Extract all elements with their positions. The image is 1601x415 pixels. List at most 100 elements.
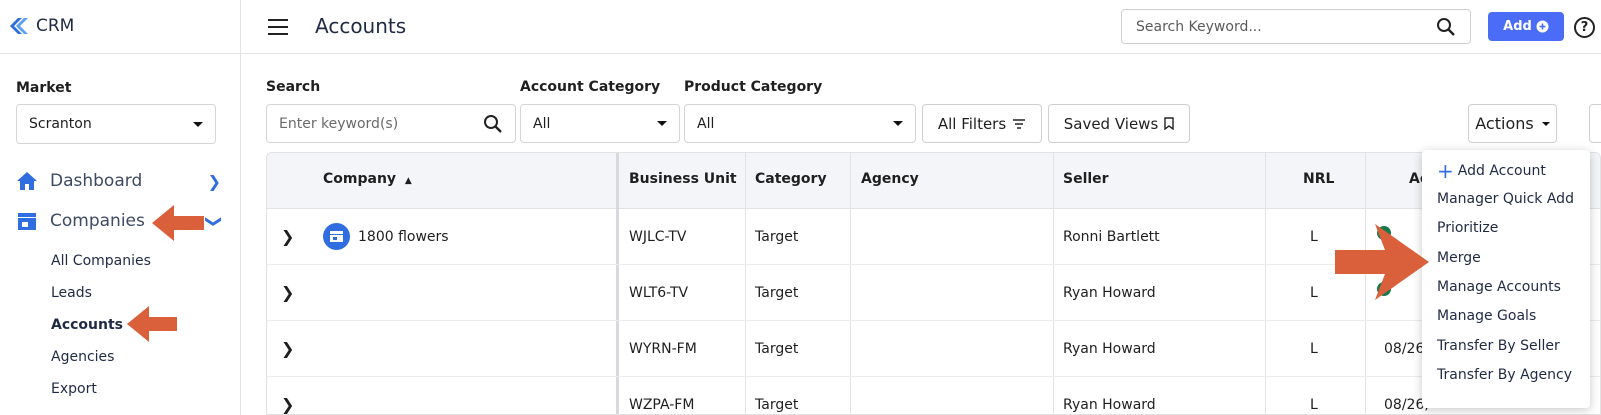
cell-category: Target — [755, 397, 799, 413]
market-label: Market — [16, 80, 72, 96]
menu-item-manager-quick-add[interactable]: Manager Quick Add — [1437, 191, 1574, 207]
help-icon[interactable]: ? — [1574, 17, 1595, 38]
plus-icon: + — [1437, 159, 1454, 183]
hamburger-bar — [268, 33, 288, 35]
column-header-nrl[interactable]: NRL — [1303, 171, 1334, 187]
sub-item-leads[interactable]: Leads — [51, 285, 92, 301]
product-category-label: Product Category — [684, 79, 823, 95]
header-divider — [241, 53, 1601, 54]
cell-category: Target — [755, 229, 799, 245]
table-header: Company ▲ Business Unit Category Agency … — [267, 153, 1600, 209]
all-filters-label: All Filters — [937, 114, 1007, 133]
saved-views-button[interactable]: Saved Views — [1048, 104, 1190, 143]
sub-item-agencies[interactable]: Agencies — [51, 349, 114, 365]
chevron-down-icon — [893, 121, 903, 126]
nav-label-dashboard: Dashboard — [50, 171, 143, 191]
more-options-button[interactable] — [1589, 104, 1601, 143]
expand-row-icon[interactable]: ❯ — [281, 283, 294, 302]
sub-item-accounts[interactable]: Accounts — [51, 317, 123, 333]
sub-item-all-companies[interactable]: All Companies — [51, 253, 151, 269]
sidebar: CRM Market Scranton Dashboard ❯ Companie… — [0, 0, 241, 415]
nav-label-companies: Companies — [50, 211, 145, 231]
app-logo[interactable]: CRM — [8, 16, 74, 36]
sub-item-export[interactable]: Export — [51, 381, 97, 397]
all-filters-button[interactable]: All Filters — [922, 104, 1042, 143]
bookmark-icon — [1164, 117, 1174, 130]
account-category-select[interactable]: All — [520, 104, 680, 143]
cell-business-unit: WLT6-TV — [629, 285, 689, 301]
expand-row-icon[interactable]: ❯ — [281, 227, 294, 246]
cell-business-unit: WYRN-FM — [629, 341, 697, 357]
cell-nrl: L — [1310, 341, 1318, 357]
column-header-company[interactable]: Company ▲ — [323, 171, 412, 187]
product-category-select[interactable]: All — [684, 104, 916, 143]
expand-row-icon[interactable]: ❯ — [281, 395, 294, 414]
table-row[interactable]: ❯ WYRN-FM Target Ryan Howard L 08/26 — [267, 321, 1600, 377]
company-avatar — [323, 223, 350, 250]
app-name: CRM — [36, 16, 75, 36]
cell-company[interactable]: 1800 flowers — [358, 229, 449, 245]
column-header-business-unit[interactable]: Business Unit — [629, 171, 737, 187]
column-header-category[interactable]: Category — [755, 171, 827, 187]
market-select[interactable]: Scranton — [16, 104, 216, 144]
sidebar-divider — [0, 53, 241, 54]
actions-button[interactable]: Actions — [1468, 104, 1557, 143]
expand-row-icon[interactable]: ❯ — [281, 339, 294, 358]
menu-item-label: Add Account — [1457, 163, 1546, 179]
cell-business-unit: WJLC-TV — [629, 229, 687, 245]
table-row[interactable]: ❯ WZPA-FM Target Ryan Howard L 08/26, — [267, 377, 1600, 414]
cell-ac: 08/26 — [1384, 341, 1425, 357]
global-search-placeholder: Search Keyword... — [1136, 18, 1262, 35]
menu-item-transfer-by-seller[interactable]: Transfer By Seller — [1437, 338, 1560, 354]
menu-item-merge[interactable]: Merge — [1437, 250, 1481, 266]
add-button-label: Add — [1503, 19, 1532, 34]
keyword-search-input[interactable]: Enter keyword(s) — [266, 104, 516, 143]
store-icon — [18, 213, 36, 230]
home-icon — [17, 172, 37, 190]
cell-nrl: L — [1310, 397, 1318, 413]
logo-icon — [10, 18, 28, 34]
menu-toggle-button[interactable] — [268, 19, 288, 35]
add-button[interactable]: Add — [1488, 12, 1564, 41]
page-title: Accounts — [315, 14, 407, 38]
chevron-down-icon — [193, 121, 203, 127]
filter-icon — [1013, 118, 1026, 129]
chevron-down-icon: ❯ — [204, 214, 224, 228]
chevron-down-icon — [1541, 121, 1550, 126]
menu-item-manage-goals[interactable]: Manage Goals — [1437, 308, 1536, 324]
menu-item-transfer-by-agency[interactable]: Transfer By Agency — [1437, 367, 1572, 383]
sort-asc-icon: ▲ — [404, 176, 412, 186]
cell-seller: Ryan Howard — [1063, 341, 1156, 357]
cell-category: Target — [755, 341, 799, 357]
menu-item-add-account[interactable]: + Add Account — [1437, 159, 1546, 183]
store-icon — [330, 231, 343, 242]
cell-seller: Ronni Bartlett — [1063, 229, 1160, 245]
actions-menu: + Add Account Manager Quick Add Prioriti… — [1422, 150, 1590, 408]
nav-item-dashboard[interactable]: Dashboard ❯ — [16, 171, 221, 191]
hamburger-bar — [268, 26, 288, 28]
global-search-input[interactable]: Search Keyword... — [1121, 9, 1471, 44]
cell-seller: Ryan Howard — [1063, 285, 1156, 301]
actions-label: Actions — [1475, 114, 1534, 133]
plus-circle-icon — [1536, 20, 1549, 33]
menu-item-manage-accounts[interactable]: Manage Accounts — [1437, 279, 1561, 295]
search-icon[interactable] — [483, 114, 503, 134]
annotation-arrow-left — [127, 306, 177, 342]
annotation-arrow-left — [152, 205, 204, 241]
cell-nrl: L — [1310, 285, 1318, 301]
account-category-value: All — [533, 115, 551, 132]
account-category-label: Account Category — [520, 79, 661, 95]
cell-business-unit: WZPA-FM — [629, 397, 695, 413]
search-filter-label: Search — [266, 79, 321, 95]
chevron-down-icon — [657, 121, 667, 126]
column-header-agency[interactable]: Agency — [861, 171, 919, 187]
market-value: Scranton — [29, 116, 92, 132]
cell-category: Target — [755, 285, 799, 301]
keyword-search-placeholder: Enter keyword(s) — [279, 115, 399, 132]
cell-seller: Ryan Howard — [1063, 397, 1156, 413]
menu-item-prioritize[interactable]: Prioritize — [1437, 220, 1498, 236]
search-icon[interactable] — [1436, 17, 1456, 37]
hamburger-bar — [268, 19, 288, 21]
column-header-seller[interactable]: Seller — [1063, 171, 1109, 187]
product-category-value: All — [697, 115, 715, 132]
